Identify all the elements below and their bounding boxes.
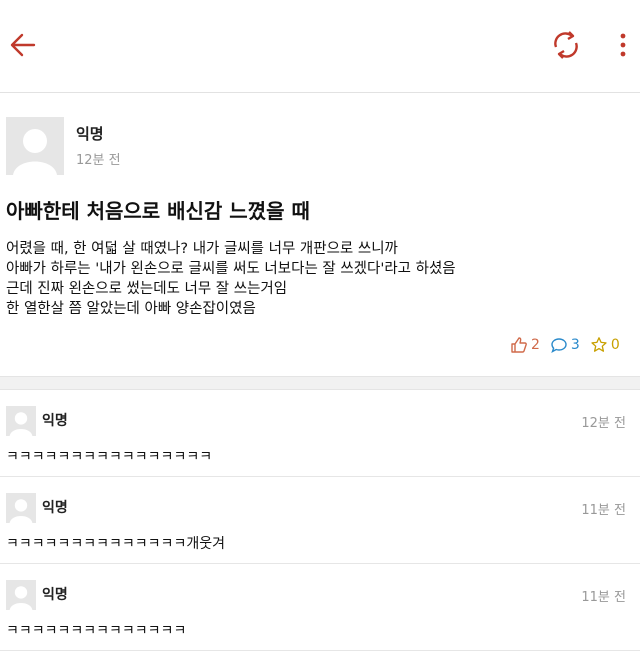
- post-author: 익명: [76, 125, 104, 143]
- post-body-line: 근데 진짜 왼손으로 썼는데도 너무 잘 쓰는거임: [6, 281, 288, 297]
- comment-item: 익명 11분 전 ㅋㅋㅋㅋㅋㅋㅋㅋㅋㅋㅋㅋㅋㅋ: [0, 564, 640, 651]
- post: 익명 12분 전 아빠한테 처음으로 배신감 느꼈을 때 어렸을 때, 한 여덟…: [0, 93, 640, 376]
- star-icon: [591, 337, 607, 352]
- like-count: 2: [531, 337, 540, 353]
- post-body-line: 아빠가 하루는 '내가 왼손으로 글씨를 써도 너보다는 잘 쓰겠다'라고 하셨…: [6, 261, 456, 277]
- default-avatar-icon: [6, 117, 64, 175]
- refresh-button[interactable]: [550, 28, 582, 62]
- favorite-count: 0: [610, 337, 620, 353]
- top-app-bar: [0, 0, 640, 93]
- default-avatar-icon: [6, 580, 36, 610]
- comment-text: ㅋㅋㅋㅋㅋㅋㅋㅋㅋㅋㅋㅋㅋㅋ개웃겨: [6, 536, 225, 552]
- post-body: 어렸을 때, 한 여덟 살 때였나? 내가 글씨를 너무 개판으로 쓰니까 아빠…: [6, 239, 634, 319]
- more-vertical-icon: [620, 33, 626, 57]
- like-button[interactable]: 2: [510, 336, 540, 354]
- post-stats: 2 3 0: [510, 335, 630, 355]
- comment-count: 3: [570, 337, 580, 353]
- comment-text: ㅋㅋㅋㅋㅋㅋㅋㅋㅋㅋㅋㅋㅋㅋㅋㅋ: [6, 449, 213, 465]
- post-time: 12분 전: [76, 153, 121, 168]
- favorite-button[interactable]: 0: [590, 336, 620, 354]
- post-body-line: 어렸을 때, 한 여덟 살 때였나? 내가 글씨를 너무 개판으로 쓰니까: [6, 241, 398, 257]
- comment-count-button[interactable]: 3: [550, 336, 580, 354]
- comment-bubble-icon: [551, 338, 567, 353]
- refresh-icon: [554, 31, 578, 59]
- avatar[interactable]: [6, 117, 64, 175]
- comment-author: 익명: [42, 413, 68, 429]
- comment-time: 11분 전: [581, 503, 626, 518]
- more-options-button[interactable]: [616, 28, 630, 62]
- default-avatar-icon: [6, 493, 36, 523]
- section-divider: [0, 376, 640, 390]
- comment-avatar[interactable]: [6, 406, 36, 436]
- back-button[interactable]: [8, 30, 38, 60]
- comment-author: 익명: [42, 587, 68, 603]
- post-title: 아빠한테 처음으로 배신감 느꼈을 때: [6, 199, 310, 223]
- post-body-line: 한 열한살 쯤 알았는데 아빠 양손잡이였음: [6, 301, 256, 317]
- comment-avatar[interactable]: [6, 580, 36, 610]
- thumbs-up-icon: [511, 337, 527, 353]
- comment-item: 익명 11분 전 ㅋㅋㅋㅋㅋㅋㅋㅋㅋㅋㅋㅋㅋㅋ개웃겨: [0, 477, 640, 564]
- comment-time: 12분 전: [581, 416, 626, 431]
- arrow-left-icon: [10, 33, 36, 57]
- comment-author: 익명: [42, 500, 68, 516]
- comment-time: 11분 전: [581, 590, 626, 605]
- comment-avatar[interactable]: [6, 493, 36, 523]
- comment-item: 익명 12분 전 ㅋㅋㅋㅋㅋㅋㅋㅋㅋㅋㅋㅋㅋㅋㅋㅋ: [0, 390, 640, 477]
- default-avatar-icon: [6, 406, 36, 436]
- comment-text: ㅋㅋㅋㅋㅋㅋㅋㅋㅋㅋㅋㅋㅋㅋ: [6, 623, 187, 639]
